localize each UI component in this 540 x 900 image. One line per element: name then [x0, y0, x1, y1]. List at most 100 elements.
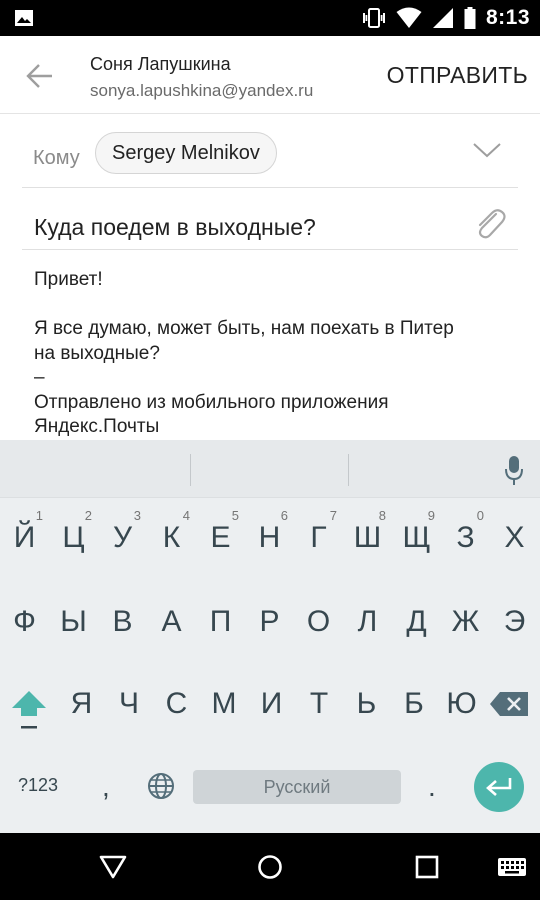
to-label: Кому: [33, 147, 80, 169]
key[interactable]: В: [98, 582, 147, 662]
message-body[interactable]: Привет! Я все думаю, может быть, нам пое…: [34, 268, 514, 440]
key[interactable]: М: [200, 664, 249, 744]
key[interactable]: Ф: [0, 582, 49, 662]
send-button[interactable]: ОТПРАВИТЬ: [387, 62, 528, 89]
key[interactable]: Я: [57, 664, 106, 744]
paperclip-icon[interactable]: [472, 206, 506, 242]
key-label: У: [112, 521, 133, 554]
key[interactable]: Ш8: [343, 498, 392, 578]
key-hint: 0: [476, 508, 484, 523]
key[interactable]: Л: [343, 582, 392, 662]
back-button[interactable]: [20, 56, 60, 96]
key-hint: 2: [84, 508, 92, 523]
chevron-down-icon[interactable]: [472, 140, 502, 160]
key-row-2: ФЫВАПРОЛДЖЭ: [0, 582, 540, 662]
key[interactable]: Р: [245, 582, 294, 662]
key-label: Щ: [402, 521, 431, 554]
key-label: Ь: [356, 687, 377, 720]
vibrate-icon: [362, 8, 385, 28]
body-line: Привет!: [34, 269, 103, 290]
key-label: Н: [258, 521, 281, 554]
key[interactable]: Ь: [342, 664, 391, 744]
key-label: З: [456, 521, 475, 554]
key[interactable]: Э: [490, 582, 539, 662]
key-label: Ш: [353, 521, 382, 554]
key-label: Т: [309, 687, 329, 720]
backspace-icon: [490, 692, 528, 716]
period-key[interactable]: .: [428, 771, 436, 803]
suggestion-divider: [190, 454, 191, 486]
key[interactable]: Ю: [437, 664, 486, 744]
subject-row[interactable]: Куда поедем в выходные?: [22, 188, 518, 250]
key-hint: 8: [378, 508, 386, 523]
key-label: Ж: [451, 605, 480, 638]
comma-key[interactable]: ,: [102, 771, 110, 803]
nav-keyboard-button[interactable]: [496, 851, 528, 883]
nav-home-button[interactable]: [254, 851, 286, 883]
soft-keyboard: Й1Ц2У3К4Е5Н6Г7Ш8Щ9З0Х ФЫВАПРОЛДЖЭ ЯЧСМИТ…: [0, 440, 540, 833]
key-row-1: Й1Ц2У3К4Е5Н6Г7Ш8Щ9З0Х: [0, 498, 540, 578]
globe-icon[interactable]: [146, 771, 176, 801]
key[interactable]: Е5: [196, 498, 245, 578]
key[interactable]: Ы: [49, 582, 98, 662]
shift-arrow-icon: [12, 691, 46, 729]
key[interactable]: Щ9: [392, 498, 441, 578]
clock: 8:13: [485, 6, 530, 29]
key[interactable]: Б: [390, 664, 439, 744]
shift-key[interactable]: [8, 664, 50, 744]
key-row-4: ?123 , Русский .: [0, 745, 540, 825]
space-key[interactable]: Русский: [193, 770, 401, 804]
microphone-icon[interactable]: [504, 454, 524, 486]
body-line: Отправлено из мобильного приложения: [34, 391, 389, 413]
key[interactable]: С: [152, 664, 201, 744]
key-label: Ы: [60, 605, 87, 638]
key[interactable]: З0: [441, 498, 490, 578]
key-hint: 3: [133, 508, 141, 523]
key[interactable]: Ч: [105, 664, 154, 744]
suggestion-strip: [0, 440, 540, 498]
key-label: С: [165, 687, 188, 720]
body-line: –: [34, 367, 45, 388]
key[interactable]: О: [294, 582, 343, 662]
key-label: Е: [210, 521, 231, 554]
key[interactable]: Ц2: [49, 498, 98, 578]
key[interactable]: И: [247, 664, 296, 744]
body-line: Я все думаю, может быть, нам поехать в П…: [34, 318, 454, 339]
key[interactable]: У3: [98, 498, 147, 578]
key-label: Д: [406, 605, 427, 638]
subject-field[interactable]: Куда поедем в выходные?: [34, 214, 316, 241]
key[interactable]: К4: [147, 498, 196, 578]
key-label: Я: [70, 687, 93, 720]
status-icons: 8:13: [362, 0, 530, 36]
key-hint: 5: [231, 508, 239, 523]
key[interactable]: Н6: [245, 498, 294, 578]
symbols-key[interactable]: ?123: [18, 775, 58, 796]
wifi-icon: [396, 7, 422, 28]
key[interactable]: П: [196, 582, 245, 662]
key[interactable]: Д: [392, 582, 441, 662]
key[interactable]: А: [147, 582, 196, 662]
key-label: Ф: [13, 605, 36, 638]
key[interactable]: Х: [490, 498, 539, 578]
key-hint: 1: [35, 508, 43, 523]
nav-recents-button[interactable]: [411, 851, 443, 883]
nav-back-button[interactable]: [97, 851, 129, 883]
key[interactable]: Т: [295, 664, 344, 744]
key[interactable]: Й1: [0, 498, 49, 578]
key-hint: 6: [280, 508, 288, 523]
back-triangle-icon: [99, 855, 127, 879]
key[interactable]: Г7: [294, 498, 343, 578]
recipient-row[interactable]: Кому Sergey Melnikov: [22, 114, 518, 188]
key-label: Э: [503, 605, 526, 638]
key-label: М: [211, 687, 237, 720]
sender-email[interactable]: sonya.lapushkina@yandex.ru: [90, 81, 313, 101]
enter-key[interactable]: [474, 762, 524, 812]
key-hint: 9: [427, 508, 435, 523]
key[interactable]: Ж: [441, 582, 490, 662]
home-circle-icon: [258, 855, 282, 879]
status-bar: 8:13: [0, 0, 540, 36]
recipient-chip[interactable]: Sergey Melnikov: [95, 132, 277, 174]
backspace-key[interactable]: [488, 664, 532, 744]
battery-icon: [464, 7, 476, 29]
navigation-bar: [0, 833, 540, 900]
